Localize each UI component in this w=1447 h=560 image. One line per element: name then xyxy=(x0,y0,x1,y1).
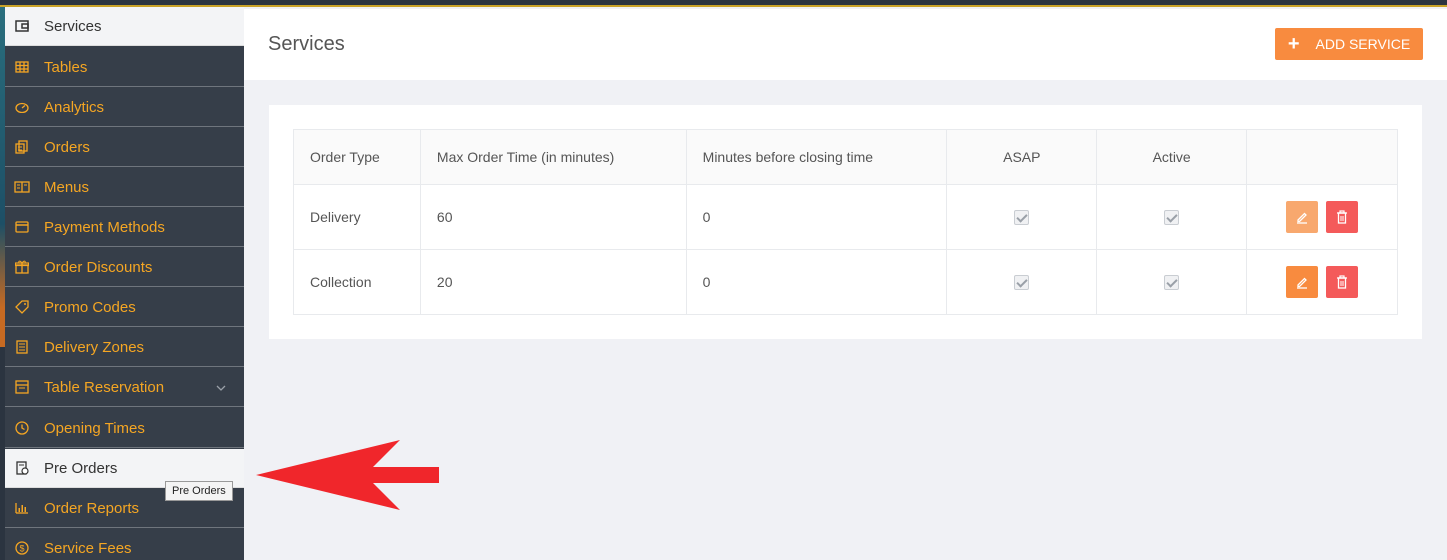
minutes-before-closing-cell: 0 xyxy=(685,184,948,250)
reservation-icon xyxy=(0,380,44,394)
sidebar-item-label: Order Reports xyxy=(44,499,140,517)
svg-text:$: $ xyxy=(19,544,24,554)
actions-cell xyxy=(1246,184,1398,250)
table-row: Delivery 60 0 xyxy=(293,184,1398,250)
column-header: Minutes before closing time xyxy=(685,129,948,185)
sidebar-item-label: Service Fees xyxy=(44,539,132,557)
pencil-icon xyxy=(1297,277,1308,289)
column-header xyxy=(1246,129,1398,185)
table-header-row: Order Type Max Order Time (in minutes) M… xyxy=(293,129,1398,185)
trash-icon xyxy=(1336,210,1347,224)
wallet-icon xyxy=(0,19,44,33)
tag-icon xyxy=(0,300,44,314)
sidebar-item-table-reservation[interactable]: Table Reservation xyxy=(5,368,244,407)
top-bar xyxy=(0,0,1447,7)
column-header: ASAP xyxy=(946,129,1098,185)
max-order-time-cell: 60 xyxy=(419,184,687,250)
sidebar-item-order-discounts[interactable]: Order Discounts xyxy=(5,248,244,287)
table-grid-icon xyxy=(0,61,44,73)
sidebar-item-payment-methods[interactable]: Payment Methods xyxy=(5,208,244,247)
sidebar-item-services[interactable]: Services xyxy=(5,7,244,46)
active-checkbox[interactable] xyxy=(1164,275,1180,291)
active-cell xyxy=(1096,249,1248,315)
sidebar-item-label: Delivery Zones xyxy=(44,338,145,356)
sidebar-item-menus[interactable]: Menus xyxy=(5,168,244,207)
sidebar-item-label: Orders xyxy=(44,138,90,156)
asap-cell xyxy=(946,249,1098,315)
services-table: Order Type Max Order Time (in minutes) M… xyxy=(293,129,1398,315)
page-header: Services + ADD SERVICE xyxy=(244,9,1447,80)
asap-cell xyxy=(946,184,1098,250)
actions-cell xyxy=(1246,249,1398,315)
book-icon xyxy=(0,181,44,193)
column-header: Active xyxy=(1096,129,1248,185)
edit-button[interactable] xyxy=(1286,266,1319,298)
page-title: Services xyxy=(268,33,345,55)
sidebar: Services Tables Analytics Orders Menus P… xyxy=(0,0,244,560)
asap-checkbox[interactable] xyxy=(1014,210,1030,226)
chevron-down-icon[interactable] xyxy=(216,380,226,394)
add-service-label: ADD SERVICE xyxy=(1315,36,1411,52)
asap-checkbox[interactable] xyxy=(1014,275,1030,291)
annotation-arrow-icon xyxy=(256,440,439,510)
tooltip: Pre Orders xyxy=(165,481,233,501)
sidebar-item-promo-codes[interactable]: Promo Codes xyxy=(5,288,244,327)
services-card: Order Type Max Order Time (in minutes) M… xyxy=(269,105,1422,339)
add-service-button[interactable]: + ADD SERVICE xyxy=(1275,28,1423,60)
sidebar-item-label: Pre Orders xyxy=(44,459,118,477)
active-checkbox[interactable] xyxy=(1164,210,1180,226)
pencil-icon xyxy=(1297,212,1308,224)
minutes-before-closing-cell: 0 xyxy=(685,249,948,315)
active-cell xyxy=(1096,184,1248,250)
table-row: Collection 20 0 xyxy=(293,249,1398,315)
column-header: Order Type xyxy=(293,129,421,185)
bar-chart-icon xyxy=(0,502,44,514)
sidebar-item-analytics[interactable]: Analytics xyxy=(5,88,244,127)
orders-icon xyxy=(0,140,44,154)
sidebar-item-label: Payment Methods xyxy=(44,218,165,236)
sidebar-item-label: Order Discounts xyxy=(44,258,153,276)
sidebar-item-tables[interactable]: Tables xyxy=(5,48,244,87)
delete-button[interactable] xyxy=(1325,201,1358,233)
sidebar-item-label: Table Reservation xyxy=(44,378,165,396)
sidebar-item-label: Promo Codes xyxy=(44,298,136,316)
sidebar-item-label: Analytics xyxy=(44,98,105,116)
clock-icon xyxy=(0,421,44,435)
sidebar-item-orders[interactable]: Orders xyxy=(5,128,244,167)
trash-icon xyxy=(1336,275,1347,289)
sidebar-item-label: Services xyxy=(44,17,102,35)
column-header: Max Order Time (in minutes) xyxy=(419,129,687,185)
sidebar-item-label: Opening Times xyxy=(44,419,145,437)
delete-button[interactable] xyxy=(1325,266,1358,298)
dollar-circle-icon: $ xyxy=(0,541,44,555)
order-type-cell: Delivery xyxy=(293,184,421,250)
edit-button[interactable] xyxy=(1286,201,1319,233)
gauge-icon xyxy=(0,101,44,113)
plus-icon: + xyxy=(1287,33,1300,55)
list-icon xyxy=(0,340,44,354)
pre-order-icon xyxy=(0,461,44,475)
credit-card-icon xyxy=(0,221,44,233)
sidebar-item-label: Menus xyxy=(44,178,90,196)
sidebar-item-opening-times[interactable]: Opening Times xyxy=(5,409,244,448)
gift-icon xyxy=(0,260,44,274)
max-order-time-cell: 20 xyxy=(419,249,687,315)
order-type-cell: Collection xyxy=(293,249,421,315)
sidebar-item-service-fees[interactable]: $ Service Fees xyxy=(5,529,244,560)
sidebar-item-delivery-zones[interactable]: Delivery Zones xyxy=(5,328,244,367)
sidebar-item-label: Tables xyxy=(44,58,88,76)
